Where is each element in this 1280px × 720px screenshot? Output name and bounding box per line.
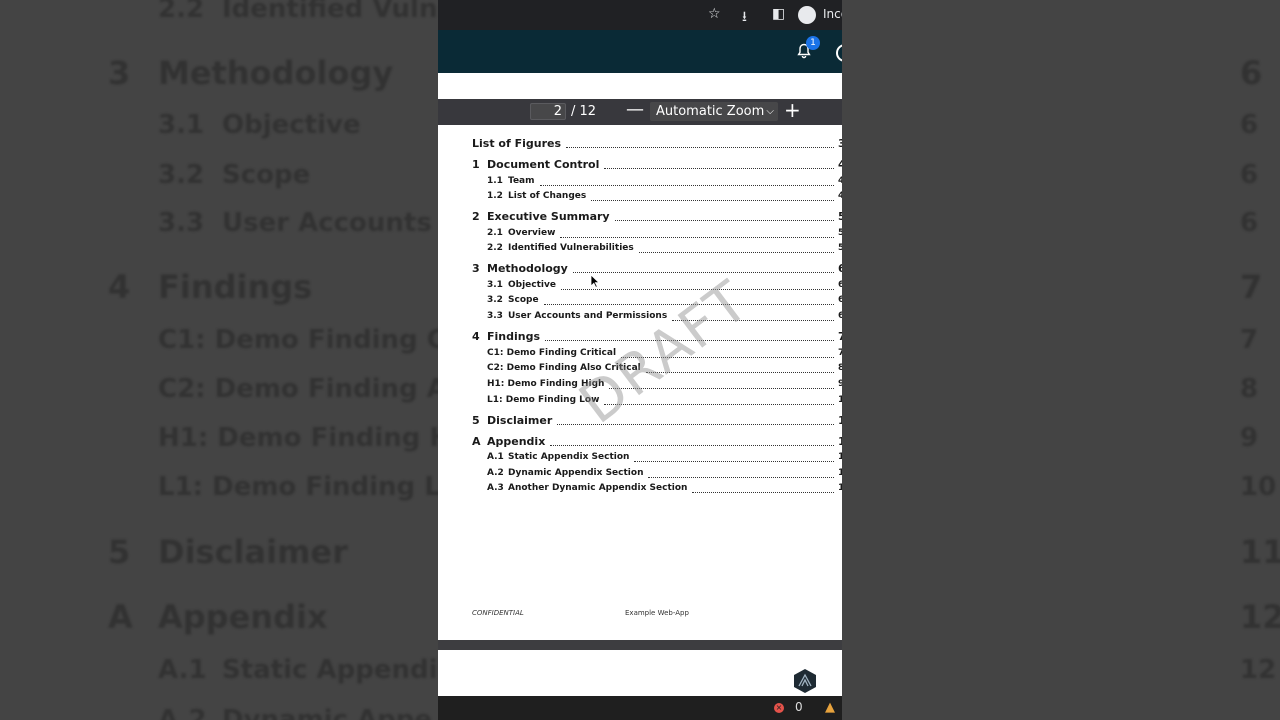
toc-entry-page: 6 xyxy=(838,262,842,275)
toc-entry-number: 2.1 xyxy=(487,228,503,238)
toc-leader xyxy=(692,492,834,493)
toc-leader xyxy=(604,168,834,169)
toc-entry-title: List of Figures xyxy=(472,137,562,150)
page-number-input[interactable]: 2 xyxy=(530,103,566,120)
incognito-label: Inco xyxy=(823,7,842,21)
status-bar: × 0 ▲ xyxy=(438,696,842,720)
toc-entry-title: Document Control xyxy=(487,158,600,171)
user-avatar[interactable] xyxy=(836,44,842,62)
toc-entry-number: 2 xyxy=(472,210,480,223)
toc-entry-number: A.3 xyxy=(487,483,504,493)
toc-leader xyxy=(639,252,834,253)
toc-entry-number: 1.2 xyxy=(487,191,503,201)
toc-entry-title: C1: Demo Finding Critical xyxy=(487,348,617,358)
toc-entry-page: 12 xyxy=(838,435,842,448)
toc-entry-page: 10 xyxy=(838,395,842,405)
toc-entry-title: Dynamic Appendix Section xyxy=(508,468,644,478)
toc-entry-page: 6 xyxy=(838,280,842,290)
toc-leader xyxy=(566,147,834,148)
toc-entry-page: 6 xyxy=(838,295,842,305)
toc-leader xyxy=(560,237,834,238)
toc-entry-number: 4 xyxy=(472,330,480,343)
pdf-toolbar: 2 / 12 — Automatic Zoom ⌵ + xyxy=(438,99,842,125)
zoom-out-button[interactable]: — xyxy=(626,101,644,119)
toc-entry-page: 9 xyxy=(838,379,842,389)
app-header: 1 xyxy=(438,30,842,73)
toc-entry-title: Appendix xyxy=(487,435,546,448)
download-icon[interactable]: ⭳ xyxy=(742,6,747,30)
warning-icon[interactable]: ▲ xyxy=(825,700,835,715)
zoom-select-label: Automatic Zoom xyxy=(656,104,765,119)
toc-entry-page: 8 xyxy=(838,363,842,373)
toc-entry-number: A xyxy=(472,435,481,448)
browser-viewport: ☆ ⭳ ◧ Inco 1 2 / 12 — Automatic Zoom ⌵ +… xyxy=(438,0,842,720)
notification-badge: 1 xyxy=(806,36,820,50)
toc-entry-page: 7 xyxy=(838,330,842,343)
toc-entry-title: Disclaimer xyxy=(487,414,553,427)
incognito-icon[interactable] xyxy=(798,6,816,24)
toc-entry-number: 5 xyxy=(472,414,480,427)
error-icon[interactable]: × xyxy=(774,703,784,713)
toc-entry-title: Team xyxy=(508,176,535,186)
toc-entry-title: Static Appendix Section xyxy=(508,452,630,462)
toc-entry-page: 12 xyxy=(838,452,842,462)
toc-entry-page: 6 xyxy=(838,311,842,321)
page-header-strip xyxy=(438,73,842,99)
toc-entry-number: 1 xyxy=(472,158,480,171)
browser-toolbar: ☆ ⭳ ◧ Inco xyxy=(438,0,842,30)
toc-entry-page: 11 xyxy=(838,414,842,427)
toc-leader xyxy=(615,220,834,221)
side-panel-icon[interactable]: ◧ xyxy=(772,6,785,22)
toc-entry-title: Methodology xyxy=(487,262,568,275)
toc-leader xyxy=(540,185,834,186)
page-total: / 12 xyxy=(571,104,597,119)
toc-entry-number: 3.2 xyxy=(487,295,503,305)
toc-entry-title: Overview xyxy=(508,228,556,238)
toc-entry-number: A.1 xyxy=(487,452,504,462)
toc-entry-page: 5 xyxy=(838,243,842,253)
toc-entry-page: 3 xyxy=(838,137,842,150)
toc-entry-number: 3 xyxy=(472,262,480,275)
logo-icon xyxy=(794,669,816,693)
zoom-select[interactable]: Automatic Zoom ⌵ xyxy=(650,102,778,121)
toc-leader xyxy=(648,477,834,478)
error-count: 0 xyxy=(795,700,803,714)
toc-entry-number: 2.2 xyxy=(487,243,503,253)
pdf-page: List of Figures 3 1 Document Control 4 1.1 Tea… xyxy=(438,125,842,640)
chevron-down-icon: ⌵ xyxy=(766,106,774,117)
pdf-next-page xyxy=(438,650,842,696)
toc-entry-title: Scope xyxy=(508,295,539,305)
toc-entry-number: 3.1 xyxy=(487,280,503,290)
toc-entry-number: 3.3 xyxy=(487,311,503,321)
toc-entry-number: 1.1 xyxy=(487,176,503,186)
toc-entry-page: 5 xyxy=(838,210,842,223)
toc-entry-title: User Accounts and Permissions xyxy=(508,311,668,321)
toc-entry-page: 4 xyxy=(838,191,842,201)
toc-entry-page: 4 xyxy=(838,158,842,171)
toc-leader xyxy=(591,200,834,201)
toc-entry-title: Identified Vulnerabilities xyxy=(508,243,634,253)
toc-leader xyxy=(550,445,834,446)
footer-confidential: CONFIDENTIAL xyxy=(472,609,524,617)
background-zoom-right: 2.2Identified Vuln3Methodology63.1Object… xyxy=(842,0,1280,720)
toc-entry-page: 4 xyxy=(838,176,842,186)
toc-entry-page: 7 xyxy=(838,348,842,358)
toc-entry-page: 12 xyxy=(838,468,842,478)
footer-app-name: Example Web-App xyxy=(625,609,689,617)
toc-entry-title: List of Changes xyxy=(508,191,587,201)
toc-entry-title: Executive Summary xyxy=(487,210,610,223)
toc-entry-page: 5 xyxy=(838,228,842,238)
toc-entry-title: Findings xyxy=(487,330,541,343)
zoom-in-button[interactable]: + xyxy=(784,100,801,120)
toc-leader xyxy=(634,461,834,462)
star-icon[interactable]: ☆ xyxy=(708,6,721,22)
toc-entry-page: 12 xyxy=(838,483,842,493)
toc-entry-title: Objective xyxy=(508,280,556,290)
toc-leader xyxy=(573,272,834,273)
mouse-cursor-icon xyxy=(590,274,600,288)
toc-entry-title: Another Dynamic Appendix Section xyxy=(508,483,688,493)
toc-entry-number: A.2 xyxy=(487,468,504,478)
background-zoom-left: 2.2Identified Vuln3Methodology63.1Object… xyxy=(0,0,438,720)
